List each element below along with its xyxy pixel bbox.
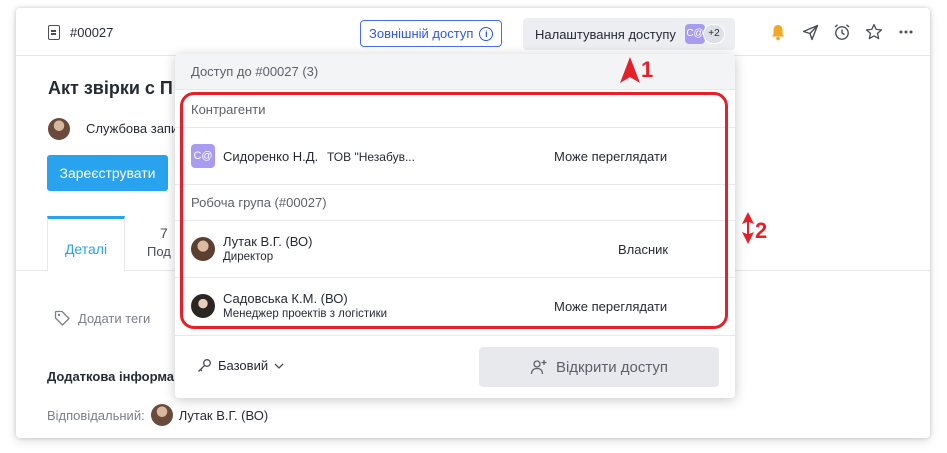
responsible-label: Відповідальний: bbox=[47, 407, 145, 423]
counterparty-avatar: C@ bbox=[191, 144, 215, 168]
star-icon[interactable] bbox=[864, 22, 884, 42]
annotation-arrow-up-icon bbox=[620, 57, 640, 83]
tab-subtasks-count[interactable]: 7 bbox=[160, 225, 168, 241]
role-select-label: Базовий bbox=[218, 358, 269, 373]
top-bar: #00027 Зовнішній доступ i Налаштування д… bbox=[16, 8, 930, 56]
key-icon bbox=[198, 359, 211, 372]
member-avatar bbox=[191, 294, 215, 318]
responsible-row: Відповідальний: Лутак В.Г. (ВО) bbox=[47, 404, 268, 426]
divider bbox=[175, 127, 735, 128]
annotation-arrow-updown-icon bbox=[742, 212, 754, 244]
tag-icon bbox=[54, 310, 70, 326]
annotation-marker-2: 2 bbox=[755, 218, 768, 243]
counterparties-label: Контрагенти bbox=[191, 102, 266, 117]
open-access-button[interactable]: Відкрити доступ bbox=[479, 347, 719, 387]
member-role: Директор bbox=[223, 251, 274, 263]
author-avatar bbox=[48, 118, 70, 140]
info-icon: i bbox=[479, 26, 494, 41]
access-settings-button[interactable]: Налаштування доступу C@ +2 bbox=[523, 18, 735, 50]
bell-icon[interactable] bbox=[768, 22, 788, 42]
responsible-avatar bbox=[150, 404, 173, 426]
member-avatar bbox=[191, 237, 215, 261]
annotation-marker-1: 1 bbox=[641, 57, 654, 82]
document-icon bbox=[48, 25, 60, 40]
toolbar-icons bbox=[768, 22, 916, 42]
tab-details[interactable]: Деталі bbox=[47, 216, 125, 271]
external-access-button[interactable]: Зовнішній доступ i bbox=[360, 20, 503, 47]
document-number: #00027 bbox=[70, 25, 114, 40]
add-user-icon bbox=[530, 360, 547, 375]
divider bbox=[175, 184, 735, 185]
access-panel: Доступ до #00027 (3) Контрагенти C@ Сидо… bbox=[175, 54, 735, 398]
register-button[interactable]: Зареєструвати bbox=[47, 155, 168, 191]
more-icon[interactable] bbox=[896, 22, 916, 42]
divider bbox=[175, 335, 735, 336]
counterparty-avatar: C@ bbox=[685, 24, 705, 44]
member-role: Менеджер проектів з логістики bbox=[223, 308, 388, 320]
member-name[interactable]: Садовська К.М. (ВО) bbox=[223, 291, 348, 306]
access-settings-label: Налаштування доступу bbox=[535, 26, 676, 42]
add-tags-label: Додати теги bbox=[78, 310, 151, 326]
divider bbox=[175, 220, 735, 221]
counterparty-name[interactable]: Сидоренко Н.Д. bbox=[223, 149, 318, 164]
open-access-label: Відкрити доступ bbox=[555, 358, 669, 376]
member-permission[interactable]: Може переглядати bbox=[554, 299, 667, 314]
document-type: Службова запи bbox=[86, 121, 179, 136]
responsible-name[interactable]: Лутак В.Г. (ВО) bbox=[179, 408, 268, 423]
chevron-down-icon bbox=[274, 363, 284, 369]
send-icon[interactable] bbox=[800, 22, 820, 42]
extra-members-count: +2 bbox=[703, 24, 725, 44]
divider bbox=[175, 277, 735, 278]
tab-subtasks-label[interactable]: Под bbox=[147, 244, 171, 259]
workgroup-label: Робоча група (#00027) bbox=[191, 195, 327, 210]
additional-info-heading: Додаткова інформа bbox=[47, 369, 175, 384]
member-name[interactable]: Лутак В.Г. (ВО) bbox=[223, 234, 312, 249]
role-select[interactable]: Базовий bbox=[197, 358, 284, 373]
counterparty-org: ТОВ "Незабув... bbox=[327, 150, 415, 164]
document-title: Акт звірки с П bbox=[48, 78, 173, 98]
external-access-label: Зовнішній доступ bbox=[369, 26, 474, 41]
alarm-clock-icon[interactable] bbox=[832, 22, 852, 42]
counterparty-permission[interactable]: Може переглядати bbox=[554, 149, 667, 164]
member-permission: Власник bbox=[618, 242, 669, 257]
add-tags-button[interactable]: Додати теги bbox=[54, 310, 150, 326]
